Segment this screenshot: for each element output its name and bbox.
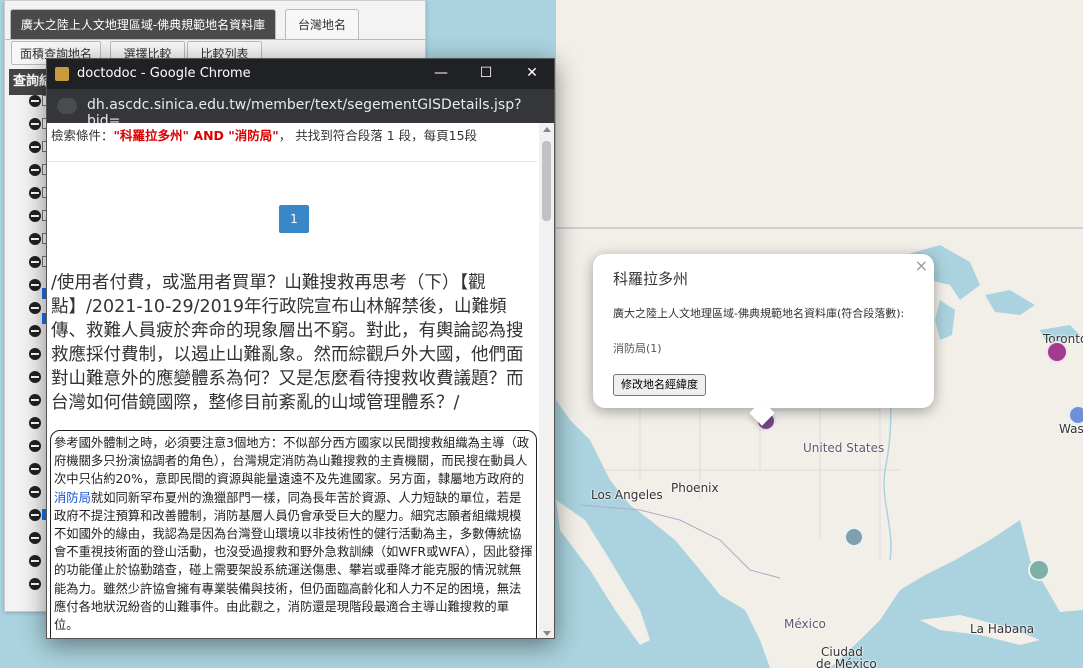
row-remove-icon[interactable] bbox=[29, 371, 41, 383]
map-marker-washington[interactable] bbox=[1068, 405, 1083, 425]
row-remove-icon[interactable] bbox=[29, 394, 41, 406]
site-info-icon[interactable] bbox=[57, 98, 77, 114]
popup-count-link[interactable]: 消防局(1) bbox=[613, 340, 662, 356]
map-label-united-states: United States bbox=[803, 441, 885, 455]
close-icon[interactable]: ✕ bbox=[523, 64, 541, 82]
divider bbox=[47, 161, 537, 162]
row-remove-icon[interactable] bbox=[29, 187, 41, 199]
matched-paragraph: 參考國外體制之時，必須要注意3個地方：不似部分西方國家以民間搜救組織為主導（政府… bbox=[50, 430, 537, 638]
tab-divider bbox=[5, 39, 425, 40]
edit-coordinates-button[interactable]: 修改地名經緯度 bbox=[613, 374, 706, 396]
scrollbar-thumb[interactable] bbox=[542, 141, 551, 221]
map-marker-toronto[interactable] bbox=[1046, 341, 1068, 363]
map-marker-florida[interactable] bbox=[1028, 559, 1050, 581]
minimize-icon[interactable]: — bbox=[432, 64, 450, 82]
address-bar[interactable]: dh.ascdc.sinica.edu.tw/member/text/segem… bbox=[47, 89, 554, 129]
search-criteria-line: 檢索條件："科羅拉多州" AND "消防局"， 共找到符合段落 1 段，每頁15… bbox=[51, 125, 477, 144]
popup-body: 廣大之陸上人文地理區域-佛典規範地名資料庫(符合段落數): bbox=[613, 307, 905, 320]
site-favicon-icon bbox=[55, 67, 69, 81]
tab-buddhist-gazetteer[interactable]: 廣大之陸上人文地理區域-佛典規範地名資料庫 bbox=[10, 9, 276, 39]
map-label-los-angeles: Los Angeles bbox=[591, 488, 663, 502]
row-remove-icon[interactable] bbox=[29, 210, 41, 222]
map-label-mexico: México bbox=[784, 617, 826, 631]
row-remove-icon[interactable] bbox=[29, 141, 41, 153]
window-title: doctodoc - Google Chrome bbox=[77, 66, 251, 81]
row-remove-icon[interactable] bbox=[29, 509, 41, 521]
map-marker-texas[interactable] bbox=[844, 527, 864, 547]
row-remove-icon[interactable] bbox=[29, 463, 41, 475]
row-remove-icon[interactable] bbox=[29, 302, 41, 314]
search-criteria-summary: ， 共找到符合段落 1 段，每頁15段 bbox=[278, 128, 478, 143]
chrome-popup-window: doctodoc - Google Chrome — ☐ ✕ dh.ascdc.… bbox=[46, 58, 555, 639]
maximize-icon[interactable]: ☐ bbox=[477, 64, 495, 82]
paragraph-highlight: 消防局 bbox=[54, 490, 91, 505]
search-criteria-query: "科羅拉多州" AND "消防局" bbox=[113, 128, 279, 143]
map-label-ciudad-de-mexico-2: de México bbox=[816, 657, 877, 668]
paragraph-text-before: 參考國外體制之時，必須要注意3個地方：不似部分西方國家以民間搜救組織為主導（政府… bbox=[54, 436, 530, 487]
tab-taiwan-placenames[interactable]: 台灣地名 bbox=[285, 9, 359, 39]
map-label-la-habana: La Habana bbox=[970, 622, 1035, 636]
row-remove-icon[interactable] bbox=[29, 95, 41, 107]
row-remove-icon[interactable] bbox=[29, 486, 41, 498]
row-remove-icon[interactable] bbox=[29, 555, 41, 567]
row-remove-icon[interactable] bbox=[29, 532, 41, 544]
map-popup: × 科羅拉多州 廣大之陸上人文地理區域-佛典規範地名資料庫(符合段落數): 消防… bbox=[593, 254, 934, 426]
article-heading: /使用者付費，或濫用者買單？山難搜救再思考（下）【觀點】/2021-10-29/… bbox=[51, 273, 524, 413]
row-remove-icon[interactable] bbox=[29, 118, 41, 130]
popup-title: 科羅拉多州 bbox=[613, 270, 689, 288]
row-remove-icon[interactable] bbox=[29, 348, 41, 360]
window-titlebar[interactable]: doctodoc - Google Chrome — ☐ ✕ bbox=[47, 59, 554, 89]
page-scrollbar[interactable] bbox=[539, 123, 554, 638]
row-remove-icon[interactable] bbox=[29, 279, 41, 291]
scroll-down-icon[interactable] bbox=[543, 631, 551, 636]
popup-close-icon[interactable]: × bbox=[915, 256, 928, 275]
pagination-page-button[interactable]: 1 bbox=[279, 205, 309, 233]
page-content: 檢索條件："科羅拉多州" AND "消防局"， 共找到符合段落 1 段，每頁15… bbox=[47, 123, 539, 638]
paragraph-text-after: 就如同新罕布夏州的漁獵部門一樣，同為長年苦於資源、人力短缺的單位，若是政府不提注… bbox=[54, 490, 533, 633]
row-remove-icon[interactable] bbox=[29, 440, 41, 452]
search-criteria-prefix: 檢索條件： bbox=[51, 128, 114, 143]
row-remove-icon[interactable] bbox=[29, 164, 41, 176]
row-remove-icon[interactable] bbox=[29, 578, 41, 590]
row-remove-icon[interactable] bbox=[29, 233, 41, 245]
row-remove-icon[interactable] bbox=[29, 417, 41, 429]
scroll-up-icon[interactable] bbox=[543, 127, 551, 132]
row-remove-icon[interactable] bbox=[29, 256, 41, 268]
map-label-phoenix: Phoenix bbox=[671, 481, 719, 495]
row-remove-icon[interactable] bbox=[29, 325, 41, 337]
